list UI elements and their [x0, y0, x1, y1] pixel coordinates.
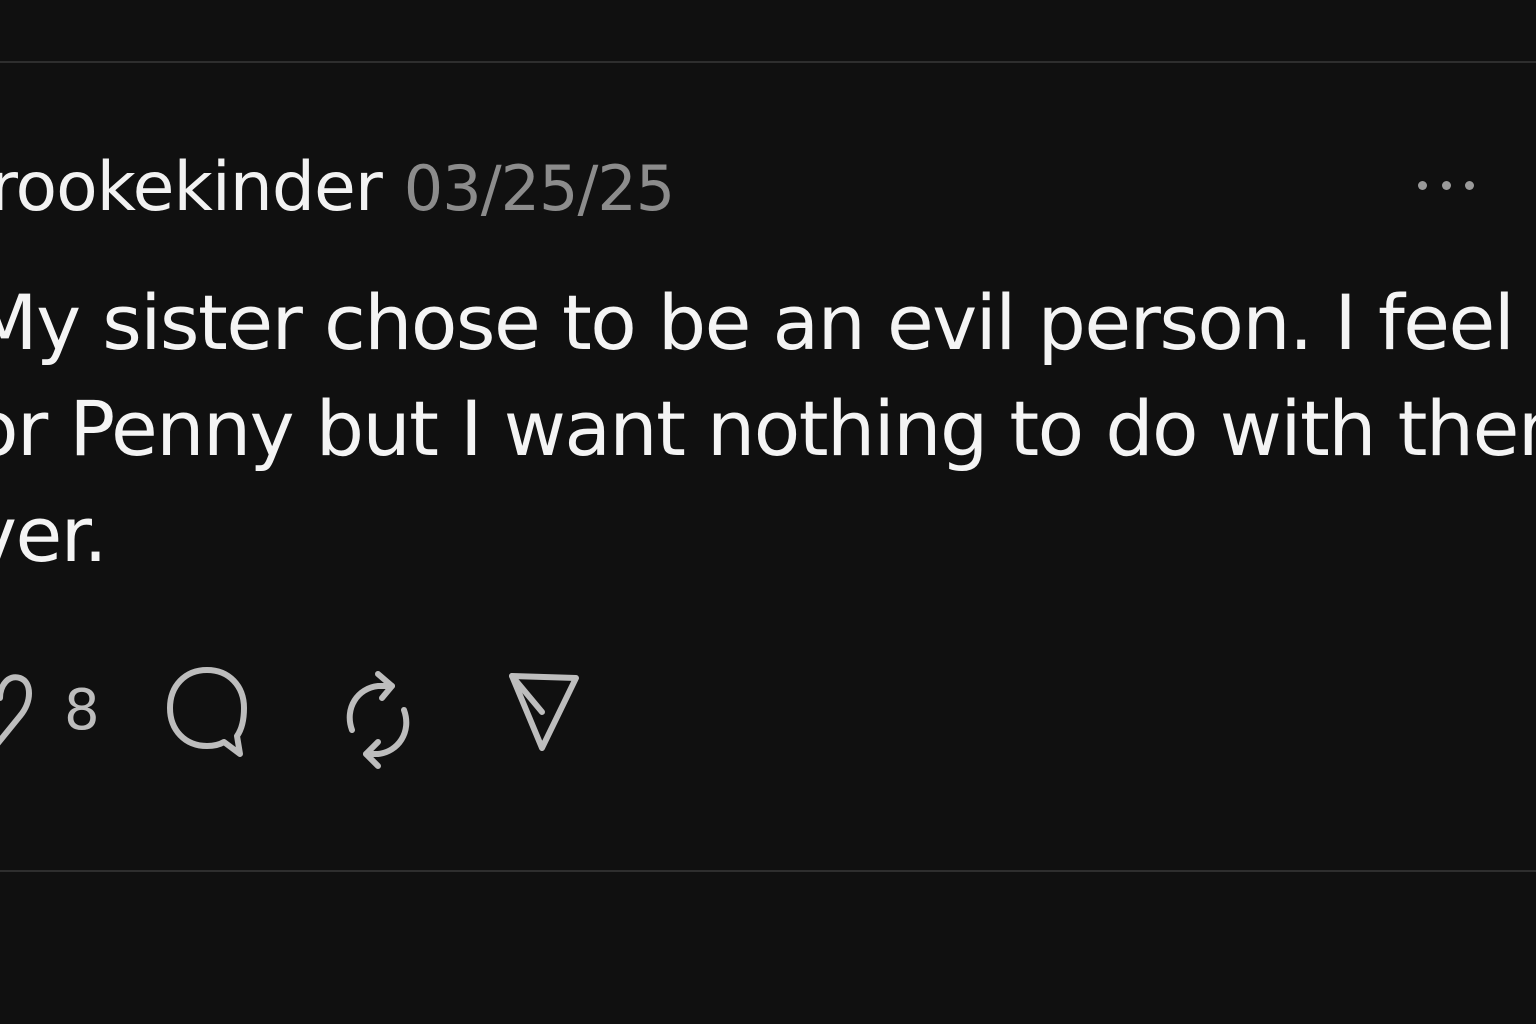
more-dot-icon: [1418, 180, 1427, 190]
heart-icon: [0, 674, 32, 746]
share-button[interactable]: [504, 668, 584, 758]
username[interactable]: rookekinder: [0, 148, 383, 227]
thread-post-view: rookekinder 03/25/25 My sister chose to …: [0, 0, 1536, 1024]
more-dot-icon: [1441, 180, 1451, 190]
share-icon: [509, 673, 579, 751]
comment-button[interactable]: [164, 662, 250, 762]
comment-icon: [167, 667, 247, 757]
repost-button[interactable]: [338, 668, 418, 776]
post-body-line: ver.: [0, 490, 108, 579]
more-dot-icon: [1465, 180, 1474, 190]
like-count: 8: [64, 678, 100, 743]
post-body-line: or Penny but I want nothing to do with t…: [0, 384, 1536, 473]
post-body-line: My sister chose to be an evil person. I …: [0, 278, 1536, 367]
post-timestamp: 03/25/25: [403, 152, 675, 225]
post-body: My sister chose to be an evil person. I …: [0, 270, 1536, 588]
more-options-button[interactable]: [1418, 172, 1474, 198]
repost-icon: [346, 671, 410, 769]
like-button[interactable]: [0, 668, 44, 758]
bottom-divider: [0, 870, 1536, 872]
top-divider: [0, 61, 1536, 63]
post-header: rookekinder 03/25/25: [0, 148, 675, 238]
